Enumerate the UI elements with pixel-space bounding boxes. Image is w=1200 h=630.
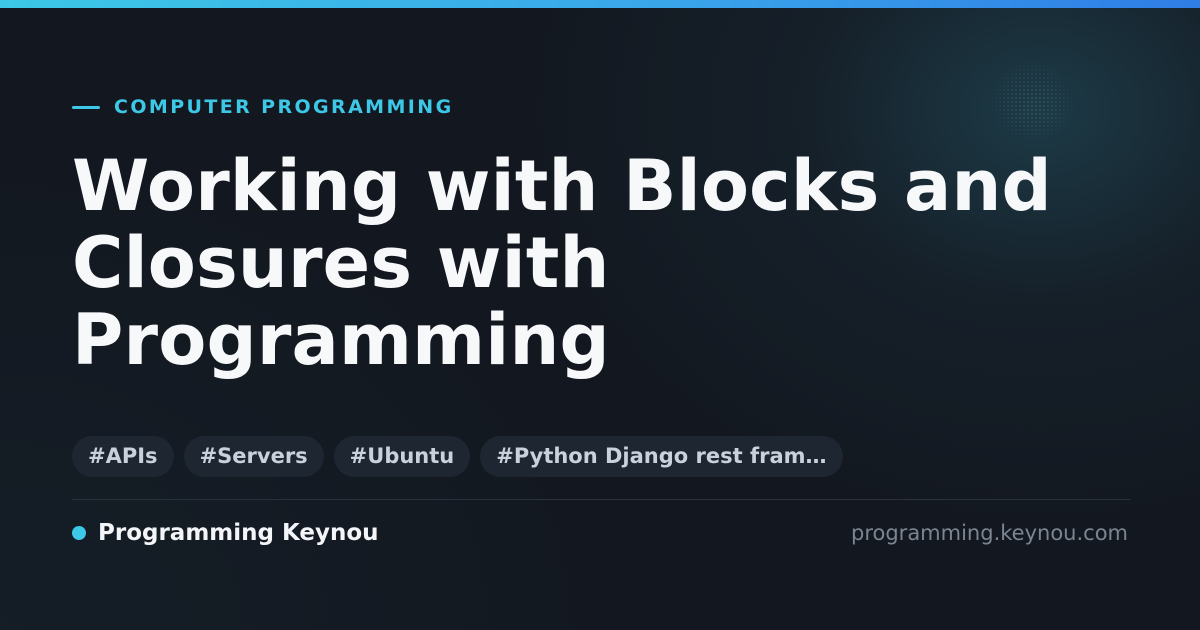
dot-pattern-decoration — [990, 60, 1074, 144]
title-line: Closures with — [72, 222, 610, 304]
category-eyebrow: COMPUTER PROGRAMMING — [72, 96, 454, 118]
category-label: COMPUTER PROGRAMMING — [114, 96, 454, 118]
site-url: programming.keynou.com — [851, 521, 1128, 545]
tag-list: #APIs #Servers #Ubuntu #Python Django re… — [72, 436, 843, 477]
category-dash-icon — [72, 105, 100, 109]
tag-servers: #Servers — [183, 436, 324, 477]
og-card: COMPUTER PROGRAMMING Working with Blocks… — [0, 0, 1200, 630]
footer-divider — [72, 499, 1130, 500]
page-title: Working with Blocks and Closures with Pr… — [72, 148, 1122, 379]
brand: Programming Keynou — [72, 519, 379, 547]
title-line: Programming — [72, 299, 610, 381]
brand-name: Programming Keynou — [98, 520, 379, 546]
top-accent-bar — [0, 0, 1200, 8]
tag-apis: #APIs — [72, 436, 174, 477]
brand-dot-icon — [72, 526, 86, 540]
tag-ubuntu: #Ubuntu — [333, 436, 471, 477]
tag-python-django: #Python Django rest fram… — [480, 436, 843, 477]
title-line: Working with Blocks and — [72, 145, 1052, 227]
